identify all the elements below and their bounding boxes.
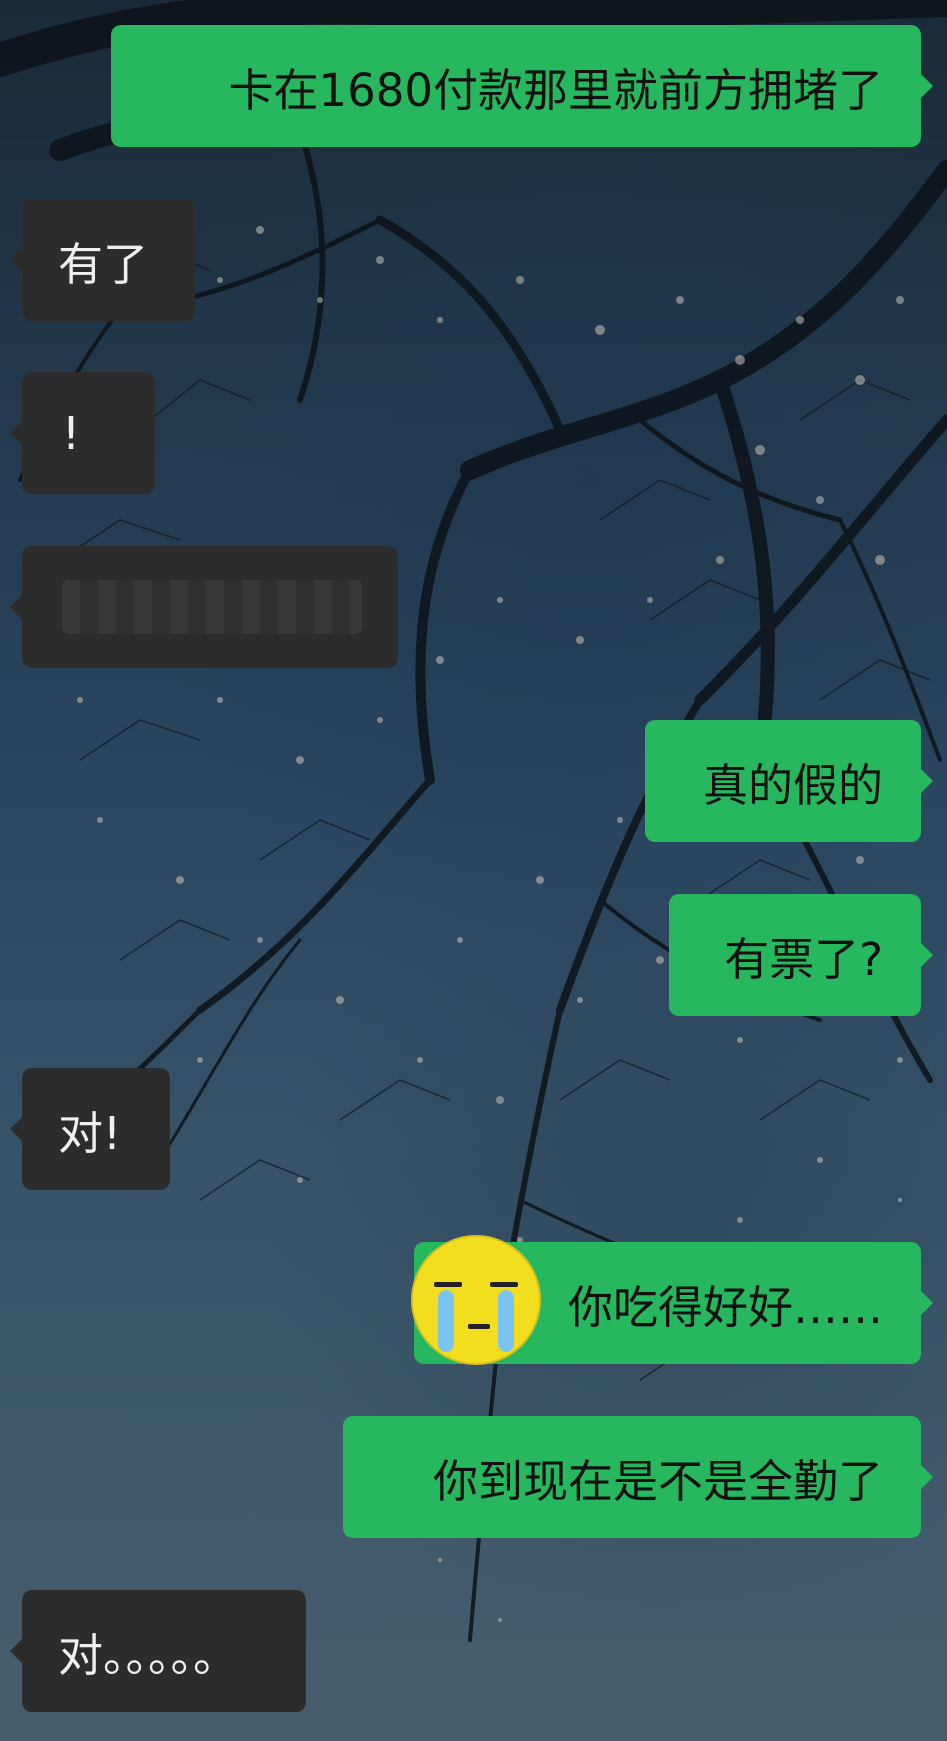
message-text: 卡在1680付款那里就前方拥堵了 [228,63,883,117]
chat-window: 卡在1680付款那里就前方拥堵了 有了 ! 真的假的 有票了? 对! 你吃得好好… [0,0,947,1741]
redacted-text-mosaic [62,580,362,634]
message-text: 有了 [58,237,149,291]
message-bubble-incoming-redacted[interactable] [10,546,398,668]
message-bubble-outgoing[interactable]: 你到现在是不是全勤了 [343,1416,933,1538]
message-text: 真的假的 [702,758,883,812]
message-bubble-incoming[interactable]: 对! [10,1068,170,1190]
message-text: ! [62,406,81,460]
message-text: 你到现在是不是全勤了 [432,1454,883,1508]
message-text: 你吃得好好…… [567,1280,883,1334]
message-bubble-incoming[interactable]: ! [10,372,155,494]
crying-face-sticker-icon [411,1235,541,1365]
message-bubble-incoming[interactable]: 有了 [10,199,195,321]
message-text: 对。。。。。 [58,1628,239,1682]
message-bubble-outgoing[interactable]: 有票了? [669,894,933,1016]
message-text: 对! [58,1106,122,1160]
message-bubble-outgoing[interactable]: 卡在1680付款那里就前方拥堵了 [111,25,933,147]
message-text: 有票了? [724,932,883,986]
message-bubble-outgoing[interactable]: 真的假的 [645,720,933,842]
message-bubble-incoming[interactable]: 对。。。。。 [10,1590,306,1712]
